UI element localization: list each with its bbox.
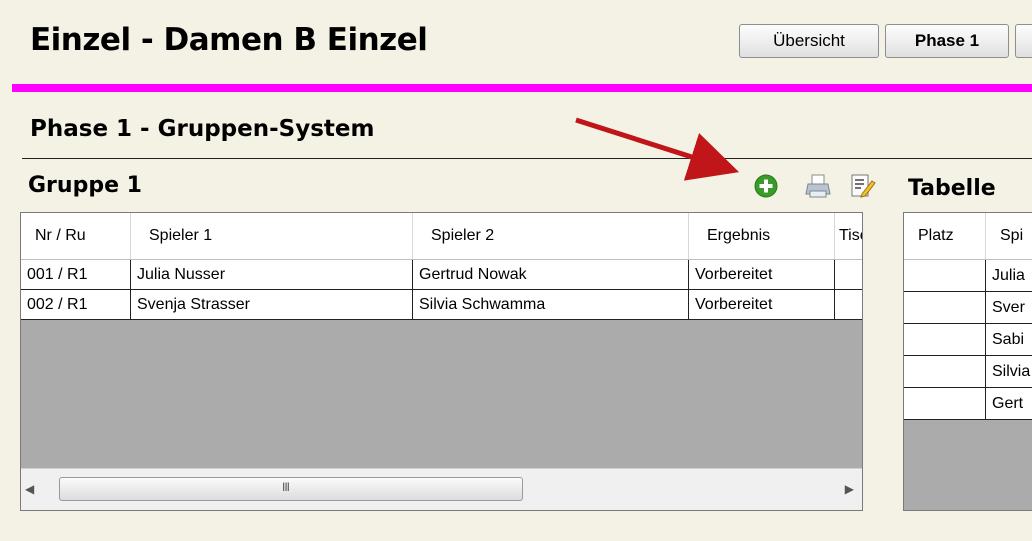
cell-player2[interactable]: Silvia Schwamma (413, 290, 689, 320)
phase-title: Phase 1 - Gruppen-System (30, 116, 375, 142)
print-icon[interactable] (804, 172, 832, 200)
cell-player[interactable]: Sabi (986, 324, 1032, 356)
cell-player[interactable]: Gert (986, 388, 1032, 420)
edit-icon[interactable] (848, 172, 876, 200)
standings-title: Tabelle (908, 176, 996, 201)
table-row[interactable]: Sver (904, 292, 1032, 324)
horizontal-scrollbar[interactable]: ◀ III ▶ (21, 468, 862, 510)
cell-place[interactable] (904, 260, 986, 292)
red-arrow-annotation (575, 117, 740, 181)
cell-table[interactable] (835, 260, 862, 290)
table-row[interactable]: Gert (904, 388, 1032, 420)
table-row[interactable]: 002 / R1 Svenja Strasser Silvia Schwamma… (21, 290, 862, 320)
scroll-right-icon[interactable]: ▶ (845, 482, 854, 496)
cell-table[interactable] (835, 290, 862, 320)
next-phase-button[interactable] (1015, 24, 1032, 58)
column-header-player2[interactable]: Spieler 2 (413, 213, 689, 259)
group-title: Gruppe 1 (28, 173, 142, 198)
accent-divider (12, 84, 1032, 92)
cell-place[interactable] (904, 388, 986, 420)
column-header-nr[interactable]: Nr / Ru (21, 213, 131, 259)
column-header-player[interactable]: Spi (986, 213, 1032, 259)
cell-nr[interactable]: 001 / R1 (21, 260, 131, 290)
cell-result[interactable]: Vorbereitet (689, 260, 835, 290)
cell-nr[interactable]: 002 / R1 (21, 290, 131, 320)
cell-place[interactable] (904, 356, 986, 388)
scroll-left-icon[interactable]: ◀ (25, 482, 34, 496)
table-row[interactable]: Silvia (904, 356, 1032, 388)
table-row[interactable]: 001 / R1 Julia Nusser Gertrud Nowak Vorb… (21, 260, 862, 290)
cell-result[interactable]: Vorbereitet (689, 290, 835, 320)
section-divider (22, 158, 1032, 159)
cell-player1[interactable]: Svenja Strasser (131, 290, 413, 320)
group-matches-grid: Nr / Ru Spieler 1 Spieler 2 Ergebnis Tis… (20, 212, 863, 511)
cell-player[interactable]: Sver (986, 292, 1032, 324)
column-header-player1[interactable]: Spieler 1 (131, 213, 413, 259)
scrollbar-thumb[interactable]: III (59, 477, 523, 501)
cell-place[interactable] (904, 292, 986, 324)
column-header-result[interactable]: Ergebnis (689, 213, 835, 259)
grid-header: Nr / Ru Spieler 1 Spieler 2 Ergebnis Tis… (21, 213, 862, 260)
cell-player[interactable]: Silvia (986, 356, 1032, 388)
table-row[interactable]: Sabi (904, 324, 1032, 356)
standings-header: Platz Spi (904, 213, 1032, 260)
cell-place[interactable] (904, 324, 986, 356)
page-title: Einzel - Damen B Einzel (30, 22, 428, 58)
cell-player1[interactable]: Julia Nusser (131, 260, 413, 290)
grip-icon: III (282, 480, 290, 494)
phase-1-button[interactable]: Phase 1 (885, 24, 1009, 58)
overview-button[interactable]: Übersicht (739, 24, 879, 58)
table-row[interactable]: Julia (904, 260, 1032, 292)
column-header-place[interactable]: Platz (904, 213, 986, 259)
column-header-table[interactable]: Tisc (835, 213, 862, 259)
standings-grid: Platz Spi Julia Sver Sabi Silvia Gert (903, 212, 1032, 511)
cell-player2[interactable]: Gertrud Nowak (413, 260, 689, 290)
cell-player[interactable]: Julia (986, 260, 1032, 292)
